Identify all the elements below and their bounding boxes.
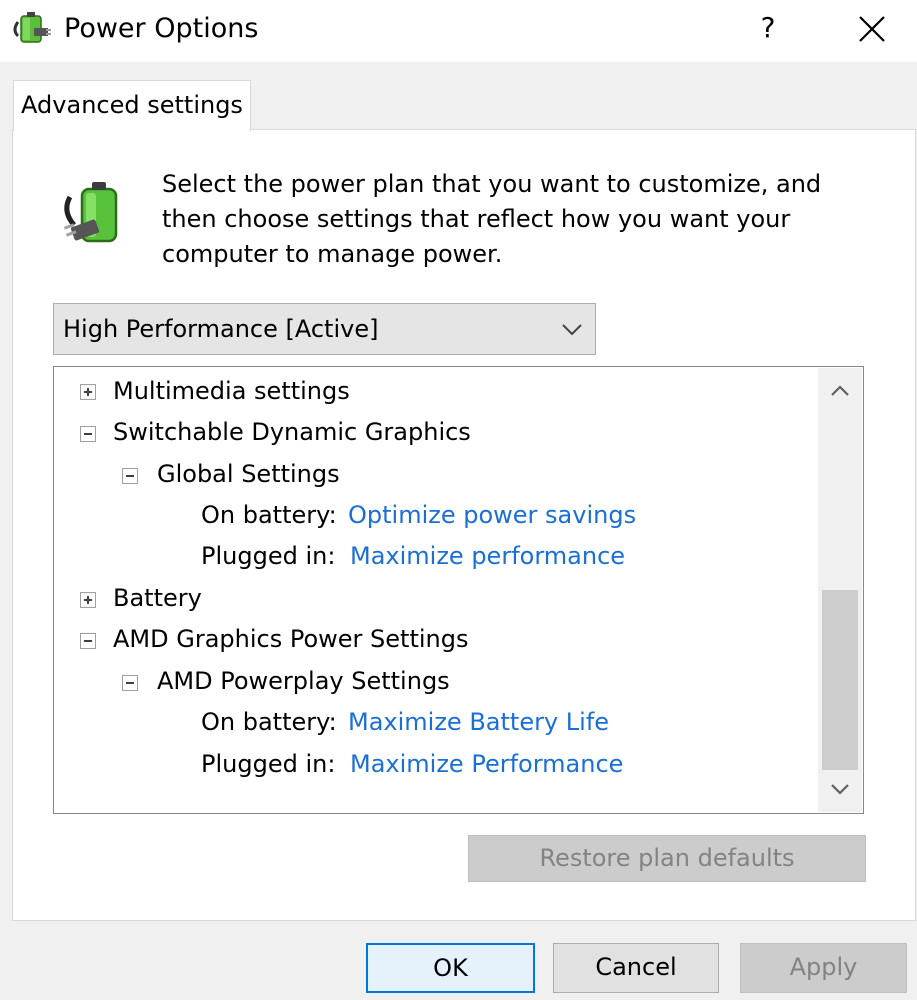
setting-label: On battery: [201,501,337,529]
tree-scrollbar[interactable] [818,368,862,812]
scroll-up-icon[interactable] [818,374,862,408]
tree-item-label: Multimedia settings [113,377,350,405]
tree-item-amd-graphics-power-settings[interactable]: AMD Graphics Power Settings [54,620,814,658]
power-options-icon [13,12,51,43]
setting-value-link[interactable]: Maximize Performance [350,745,623,783]
scroll-down-icon[interactable] [818,772,862,806]
setting-label: On battery: [201,708,337,736]
tree-item-battery[interactable]: Battery [54,579,814,617]
collapse-icon[interactable] [122,468,138,484]
setting-row-on-battery: On battery: Maximize Battery Life [54,703,814,741]
setting-label: Plugged in: [201,750,336,778]
setting-value-link[interactable]: Maximize performance [350,537,625,575]
help-button[interactable]: ? [744,8,792,48]
setting-row-on-battery: On battery: Optimize power savings [54,496,814,534]
setting-row-plugged-in: Plugged in: Maximize Performance [54,745,814,783]
power-plan-value: High Performance [Active] [63,315,379,343]
setting-label: Plugged in: [201,542,336,570]
setting-value-link[interactable]: Maximize Battery Life [348,703,609,741]
tree-item-switchable-dynamic-graphics[interactable]: Switchable Dynamic Graphics [54,413,814,451]
tree-item-amd-powerplay-settings[interactable]: AMD Powerplay Settings [54,662,814,700]
collapse-icon[interactable] [80,633,96,649]
window-title: Power Options [64,13,259,44]
tree-item-label: AMD Graphics Power Settings [113,625,469,653]
tree-item-multimedia-settings[interactable]: Multimedia settings [54,372,814,410]
chevron-down-icon [562,324,582,336]
tree-item-label: AMD Powerplay Settings [157,667,450,695]
setting-value-link[interactable]: Optimize power savings [348,496,636,534]
power-plan-dropdown[interactable]: High Performance [Active] [53,303,596,355]
expand-icon[interactable] [80,592,96,608]
tree-item-global-settings[interactable]: Global Settings [54,455,814,493]
setting-row-plugged-in: Plugged in: Maximize performance [54,537,814,575]
apply-button[interactable]: Apply [740,943,907,993]
tree-item-label: Switchable Dynamic Graphics [113,418,471,446]
description-text: Select the power plan that you want to c… [162,170,822,268]
ok-button[interactable]: OK [366,943,535,993]
title-bar: Power Options ? [0,0,917,62]
tree-item-label: Battery [113,584,202,612]
restore-plan-defaults-button[interactable]: Restore plan defaults [468,835,866,882]
close-icon[interactable] [850,8,894,50]
tab-advanced-settings[interactable]: Advanced settings [13,80,251,131]
expand-icon[interactable] [80,384,96,400]
battery-plug-icon [63,182,118,243]
collapse-icon[interactable] [80,426,96,442]
cancel-button[interactable]: Cancel [553,943,719,993]
collapse-icon[interactable] [122,675,138,691]
scrollbar-thumb[interactable] [822,590,858,770]
tree-item-label: Global Settings [157,460,340,488]
settings-tree[interactable]: Multimedia settings Switchable Dynamic G… [53,366,864,814]
